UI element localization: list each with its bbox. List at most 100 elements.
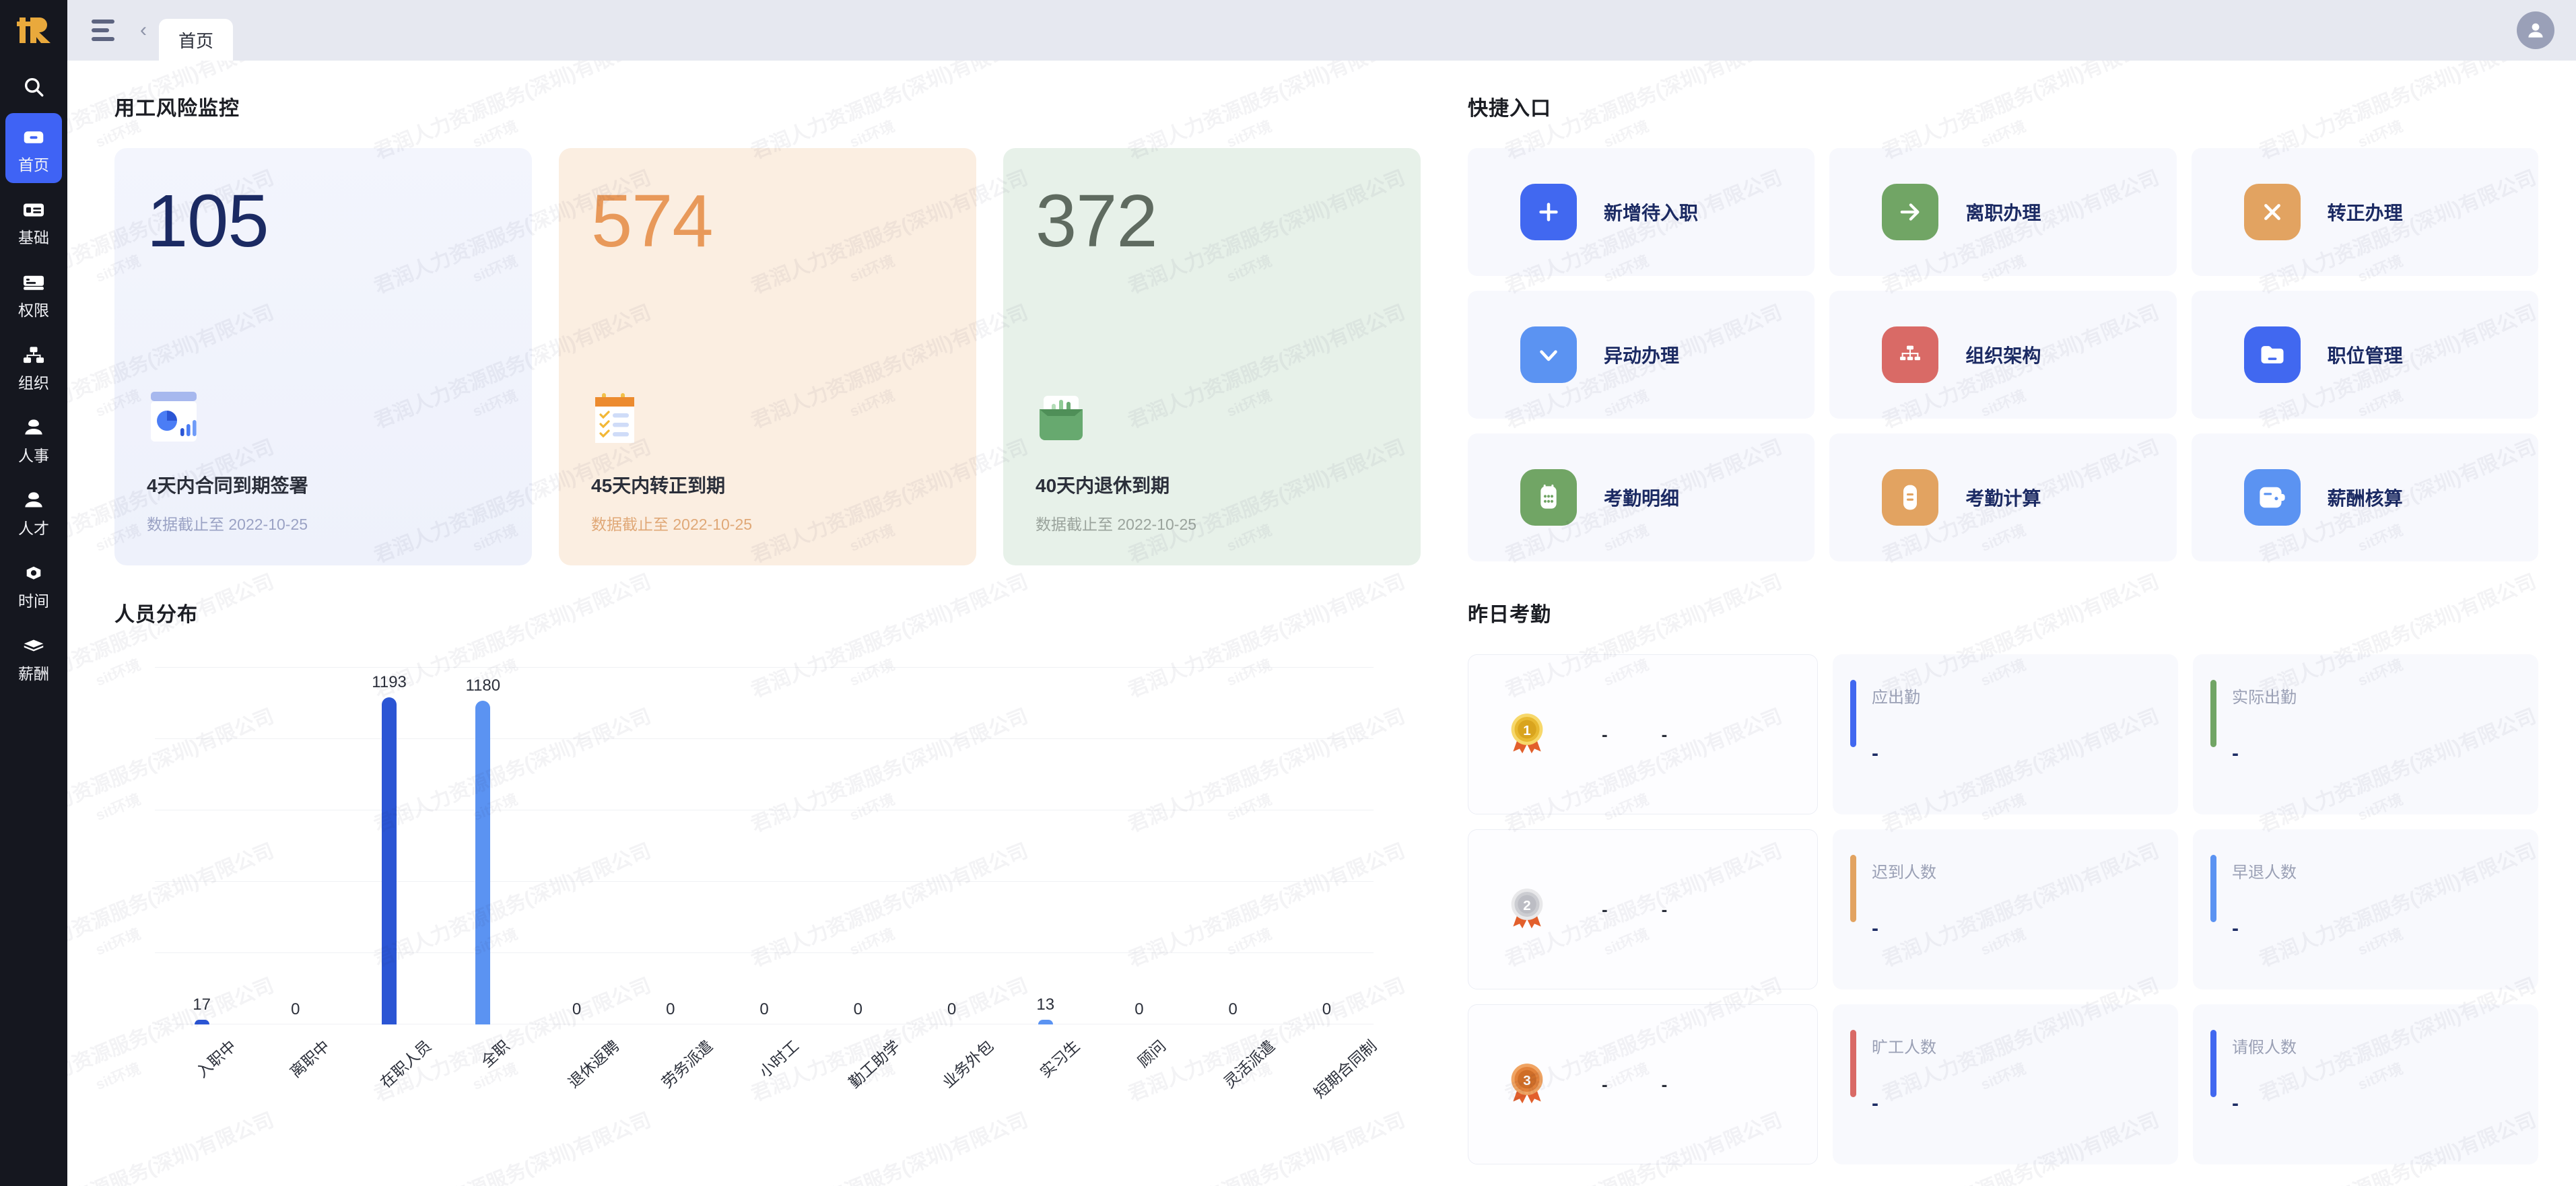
chart-bar-item[interactable]: 0 bbox=[1092, 668, 1186, 1024]
silver-medal-icon: 2 bbox=[1506, 886, 1548, 934]
bar-value-label: 0 bbox=[1322, 1000, 1332, 1018]
divide-icon bbox=[1882, 469, 1939, 526]
svg-text:2: 2 bbox=[1523, 897, 1530, 913]
bar-value-label: 0 bbox=[1134, 1000, 1144, 1018]
risk-card-contract[interactable]: 105 4天内合同到期签署 数据截止至 2022-10-25 bbox=[114, 148, 532, 565]
quick-entry-card[interactable]: 考勤明细 bbox=[1468, 433, 1815, 561]
attendance-rank-card[interactable]: 3 - - bbox=[1468, 1004, 1818, 1164]
sidebar-item-personnel[interactable]: 人事 bbox=[5, 404, 62, 474]
arrow-right-icon bbox=[1882, 184, 1939, 240]
stat-accent-bar bbox=[2210, 1030, 2216, 1097]
home-icon bbox=[20, 124, 47, 151]
hamburger-icon[interactable] bbox=[88, 13, 123, 48]
bar-value-label: 13 bbox=[1036, 995, 1055, 1014]
sidebar-item-label: 权限 bbox=[18, 301, 49, 319]
bar-value-label: 0 bbox=[759, 1000, 769, 1018]
sidebar-item-talent[interactable]: 人才 bbox=[5, 477, 62, 547]
risk-card-retirement[interactable]: 372 40天内退休到期 数据截止至 2022-10-25 bbox=[1003, 148, 1421, 565]
quick-entry-card[interactable]: 异动办理 bbox=[1468, 291, 1815, 419]
quick-entry-label: 离职办理 bbox=[1965, 203, 2041, 223]
attendance-rank-value: - bbox=[1661, 724, 1668, 744]
quick-entry-card[interactable]: 薪酬核算 bbox=[2191, 433, 2538, 561]
attendance-rank-value: - bbox=[1602, 724, 1608, 744]
attendance-title: 昨日考勤 bbox=[1468, 604, 1551, 626]
chart-bar-item[interactable]: 0 bbox=[905, 668, 998, 1024]
chart-bar-item[interactable]: 13 bbox=[998, 668, 1092, 1024]
attendance-stat-card[interactable]: 请假人数 - bbox=[2193, 1004, 2538, 1164]
quick-entry-card[interactable]: 职位管理 bbox=[2191, 291, 2538, 419]
attendance-rank-card[interactable]: 2 - - bbox=[1468, 829, 1818, 989]
risk-card-probation[interactable]: 574 45天内转正到期 数据截止至 2022-10-25 bbox=[559, 148, 976, 565]
sidebar-item-home[interactable]: 首页 bbox=[5, 113, 62, 183]
org-tree-icon bbox=[20, 342, 47, 369]
sidebar-item-label: 首页 bbox=[18, 155, 49, 174]
attendance-stat-card[interactable]: 迟到人数 - bbox=[1833, 829, 2178, 989]
app-logo[interactable] bbox=[0, 0, 67, 61]
chevron-left-icon[interactable]: ‹ bbox=[140, 19, 147, 42]
risk-card-sub: 数据截止至 2022-10-25 bbox=[147, 516, 308, 533]
gold-medal-icon: 1 bbox=[1506, 711, 1548, 759]
attendance-stat-card[interactable]: 实际出勤 - bbox=[2193, 654, 2538, 814]
attendance-rank-value: - bbox=[1602, 899, 1608, 919]
attendance-rank-card[interactable]: 1 - - bbox=[1468, 654, 1818, 814]
tab-home[interactable]: 首页 bbox=[159, 19, 233, 61]
quick-entry-card[interactable]: 转正办理 bbox=[2191, 148, 2538, 276]
quick-entry-card[interactable]: 新增待入职 bbox=[1468, 148, 1815, 276]
wallet-icon bbox=[2243, 469, 2301, 526]
chart-bar-item[interactable]: 0 bbox=[623, 668, 717, 1024]
time-icon bbox=[20, 560, 47, 587]
quick-entry-card[interactable]: 离职办理 bbox=[1829, 148, 2177, 276]
sidebar-item-permission[interactable]: 权限 bbox=[5, 258, 62, 328]
chart-bar-item[interactable]: 1193 bbox=[342, 668, 436, 1024]
chart-title: 人员分布 bbox=[114, 604, 198, 626]
quick-entry-label: 考勤明细 bbox=[1604, 488, 1680, 509]
sidebar-nav: 首页 基础 权限 组织 人事 人才 时间 薪酬 bbox=[0, 113, 67, 695]
attendance-stat-card[interactable]: 早退人数 - bbox=[2193, 829, 2538, 989]
stat-value: - bbox=[2232, 742, 2239, 765]
stat-value: - bbox=[2232, 1092, 2239, 1115]
attendance-stat-card[interactable]: 应出勤 - bbox=[1833, 654, 2178, 814]
risk-card-row: 105 4天内合同到期签署 数据截止至 2022-10-25 574 45天内转… bbox=[114, 148, 1427, 565]
headcount-bar-chart: 17 0 1193 1180 0 0 0 0 0 13 0 0 0 入职中 离职中 在职人员 全职 退休返聘 劳务… bbox=[114, 661, 1400, 1119]
quick-entry-card[interactable]: 考勤计算 bbox=[1829, 433, 2177, 561]
quick-entry-label: 薪酬核算 bbox=[2327, 488, 2403, 509]
bar-value-label: 0 bbox=[1228, 1000, 1238, 1018]
topbar: ‹ 首页 bbox=[67, 0, 2576, 61]
chart-bar-item[interactable]: 0 bbox=[811, 668, 905, 1024]
sidebar-item-time[interactable]: 时间 bbox=[5, 549, 62, 619]
right-column: 快捷入口 新增待入职 离职办理 转正办理异动办理 组织架构 职位管理考勤明细 考勤计算 薪酬… bbox=[1454, 61, 2576, 1186]
sidebar-item-label: 薪酬 bbox=[18, 664, 49, 683]
sidebar-item-basic[interactable]: 基础 bbox=[5, 186, 62, 256]
stat-accent-bar bbox=[1850, 1030, 1856, 1097]
bar-value-label: 0 bbox=[291, 1000, 300, 1018]
sidebar-item-label: 人事 bbox=[18, 446, 49, 464]
chart-bar-item[interactable]: 0 bbox=[1280, 668, 1374, 1024]
sidebar-search[interactable] bbox=[0, 61, 67, 113]
sidebar-item-organization[interactable]: 组织 bbox=[5, 331, 62, 401]
stat-label: 请假人数 bbox=[2232, 1039, 2297, 1057]
chart-bar-item[interactable]: 0 bbox=[248, 668, 342, 1024]
card-list-icon bbox=[20, 197, 47, 223]
x-label-cell: 入职中 bbox=[155, 1024, 248, 1119]
svg-text:3: 3 bbox=[1523, 1072, 1530, 1088]
risk-card-sub: 数据截止至 2022-10-25 bbox=[591, 516, 753, 533]
chart-bar-item[interactable]: 0 bbox=[1186, 668, 1280, 1024]
quick-entry-label: 职位管理 bbox=[2327, 345, 2403, 366]
sidebar-item-salary[interactable]: 薪酬 bbox=[5, 622, 62, 692]
grid-dots-icon bbox=[1520, 469, 1577, 526]
chart-bar-item[interactable]: 0 bbox=[717, 668, 811, 1024]
user-avatar-icon[interactable] bbox=[2517, 11, 2554, 49]
chart-bar-item[interactable]: 1180 bbox=[436, 668, 530, 1024]
risk-card-value: 105 bbox=[147, 180, 269, 263]
stat-value: - bbox=[1872, 742, 1878, 765]
svg-text:1: 1 bbox=[1523, 722, 1530, 738]
quick-entry-title: 快捷入口 bbox=[1468, 98, 1551, 120]
stat-value: - bbox=[1872, 917, 1878, 940]
attendance-stat-card[interactable]: 旷工人数 - bbox=[1833, 1004, 2178, 1164]
quick-entry-card[interactable]: 组织架构 bbox=[1829, 291, 2177, 419]
attendance-rank-value: - bbox=[1661, 899, 1668, 919]
sidebar-item-label: 基础 bbox=[18, 228, 49, 246]
chart-bar-item[interactable]: 0 bbox=[530, 668, 623, 1024]
close-x-icon bbox=[2243, 184, 2301, 240]
chart-bar-item[interactable]: 17 bbox=[155, 668, 248, 1024]
